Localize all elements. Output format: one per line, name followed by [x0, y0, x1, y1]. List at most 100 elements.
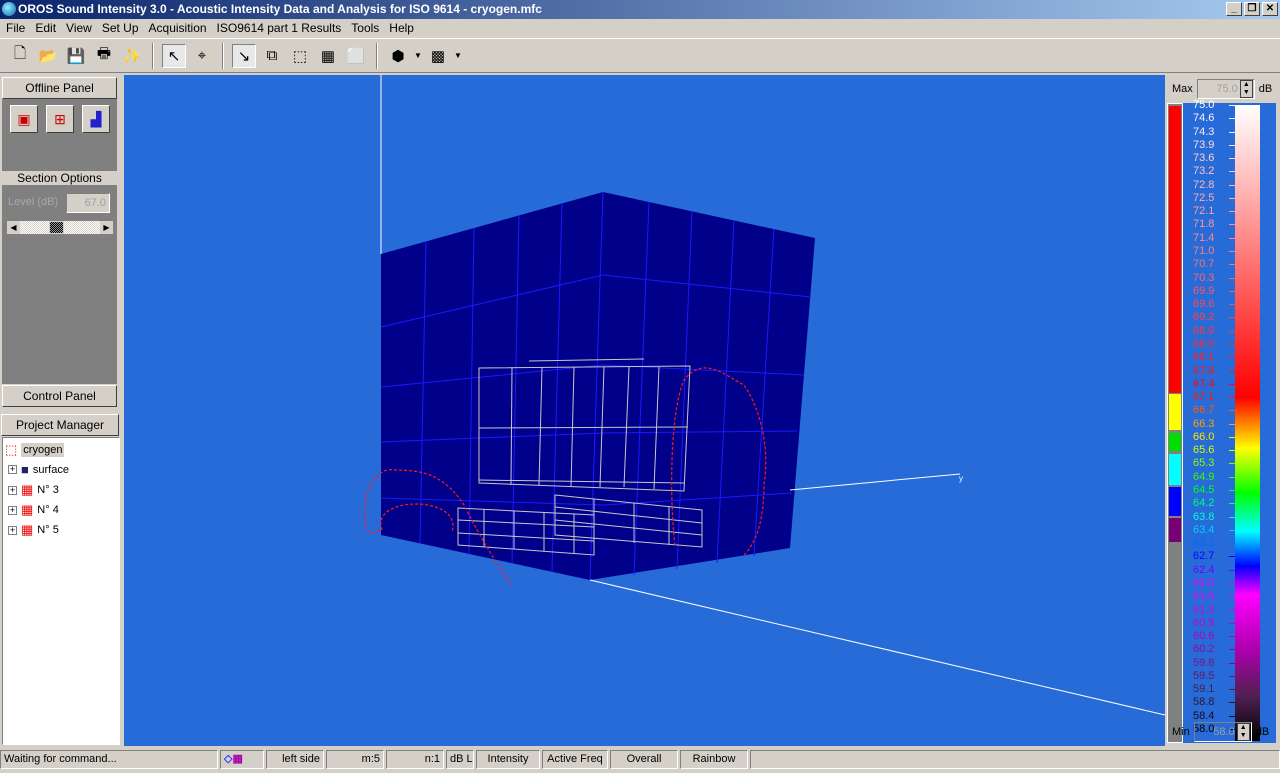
close-button[interactable]: ✕: [1262, 2, 1278, 16]
menu-acquisition[interactable]: Acquisition: [145, 19, 213, 37]
offline-panel-body: ▣ ⊞ ▟: [2, 99, 117, 384]
level-input[interactable]: 67.0: [66, 193, 110, 213]
scale-tick: [1229, 715, 1235, 717]
tree-item[interactable]: + ▦ N° 4: [8, 502, 59, 518]
min-row: Min 58.0 ▲ ▼ dB: [1166, 719, 1280, 745]
single-view-icon[interactable]: ▣: [10, 105, 38, 133]
toolbar: 🗋 📂 💾 🖶 ✨ ↖ ⌖ ↘ ⧉ ⬚ ▦ ⬜ ⬢ ▼ ▩ ▼: [0, 38, 1280, 73]
pointer-box-icon[interactable]: ⬚: [288, 44, 312, 68]
scale-tick: [1229, 436, 1235, 438]
restore-button[interactable]: ❐: [1244, 2, 1260, 16]
slider-thumb[interactable]: [49, 221, 64, 234]
scale-tick: [1229, 649, 1235, 651]
menu-setup[interactable]: Set Up: [98, 19, 145, 37]
mesh-cube-icon: ▦: [21, 502, 34, 517]
expand-icon[interactable]: +: [8, 525, 17, 535]
print-icon[interactable]: 🖶: [92, 44, 116, 68]
scale-tick: [1229, 476, 1235, 478]
status-quantity: Intensity: [476, 750, 540, 769]
menu-file[interactable]: File: [2, 19, 31, 37]
scale-tick: [1229, 503, 1235, 505]
level-indicator-bar: [1167, 103, 1183, 743]
scale-tick: [1229, 144, 1235, 146]
scale-tick: [1229, 397, 1235, 399]
control-panel-button[interactable]: Control Panel: [2, 385, 117, 407]
save-icon[interactable]: 💾: [64, 44, 88, 68]
probe-icon[interactable]: ↘: [232, 43, 256, 68]
move-icon[interactable]: ⧉: [260, 44, 284, 68]
max-input[interactable]: 75.0 ▲ ▼: [1196, 79, 1255, 99]
wire-box-icon[interactable]: ⬜: [344, 44, 368, 68]
scale-tick: [1229, 184, 1235, 186]
mesh-icon[interactable]: ▩: [426, 44, 450, 68]
tree-root-label: cryogen: [21, 443, 65, 457]
min-label: Min: [1172, 726, 1190, 738]
scale-tick: [1229, 569, 1235, 571]
scale-tick: [1229, 237, 1235, 239]
window-title: OROS Sound Intensity 3.0 - Acoustic Inte…: [18, 2, 542, 16]
grid-select-icon[interactable]: ▦: [316, 44, 340, 68]
status-palette: Rainbow: [680, 750, 748, 769]
3d-scene[interactable]: y: [124, 75, 1166, 746]
menu-bar: File Edit View Set Up Acquisition ISO961…: [0, 19, 1280, 37]
toolbar-separator: [376, 42, 378, 69]
wire-cube-icon: ⬚: [5, 442, 18, 457]
project-tree: ⬚ cryogen + ■ surface + ▦ N° 3 + ▦ N° 4 + ▦ N° 5: [2, 437, 120, 745]
tree-item[interactable]: + ▦ N° 3: [8, 482, 59, 498]
scale-tick: [1229, 357, 1235, 359]
scale-tick: [1229, 343, 1235, 345]
dropdown-arrow-icon[interactable]: ▼: [454, 51, 462, 60]
new-icon[interactable]: 🗋: [8, 44, 32, 68]
offline-panel-button[interactable]: Offline Panel: [2, 77, 117, 99]
toolbar-separator: [222, 42, 224, 69]
wand-icon[interactable]: ✨: [120, 44, 144, 68]
dropdown-arrow-icon[interactable]: ▼: [414, 51, 422, 60]
scale-tick: [1229, 662, 1235, 664]
expand-icon[interactable]: +: [8, 465, 17, 474]
status-side: left side: [266, 750, 324, 769]
menu-view[interactable]: View: [62, 19, 98, 37]
minimize-button[interactable]: _: [1226, 2, 1242, 16]
palette-icon: ▦: [232, 753, 243, 765]
spectrum-icon[interactable]: ▟: [82, 105, 110, 133]
rotate-view-icon[interactable]: ⌖: [190, 44, 214, 68]
scale-tick: [1229, 131, 1235, 133]
scale-tick: [1229, 383, 1235, 385]
menu-edit[interactable]: Edit: [31, 19, 62, 37]
max-spinner-icon[interactable]: ▲ ▼: [1239, 80, 1253, 98]
scale-tick: [1229, 410, 1235, 412]
scale-tick: [1229, 330, 1235, 332]
scale-tick: [1229, 158, 1235, 160]
status-n: n:1: [386, 750, 444, 769]
project-manager-button[interactable]: Project Manager: [1, 414, 119, 436]
tree-item[interactable]: + ■ surface: [8, 462, 69, 477]
open-icon[interactable]: 📂: [36, 44, 60, 68]
tree-root[interactable]: ⬚ cryogen: [5, 442, 65, 458]
tree-item[interactable]: + ▦ N° 5: [8, 522, 59, 538]
scale-tick: [1229, 702, 1235, 704]
slider-left-arrow-icon[interactable]: ◀: [7, 221, 20, 234]
quad-view-icon[interactable]: ⊞: [46, 105, 74, 133]
select-pointer-icon[interactable]: ↖: [162, 43, 186, 68]
min-spinner-icon[interactable]: ▲ ▼: [1236, 723, 1250, 741]
level-slider[interactable]: ◀ ▶: [6, 220, 114, 235]
scale-tick: [1229, 211, 1235, 213]
slider-right-arrow-icon[interactable]: ▶: [100, 221, 113, 234]
app-globe-icon: [2, 2, 16, 16]
section-options-header: Section Options: [2, 171, 117, 185]
expand-icon[interactable]: +: [8, 485, 17, 495]
menu-help[interactable]: Help: [385, 19, 420, 37]
color-gradient-bar: [1235, 105, 1260, 741]
scale-tick: [1229, 251, 1235, 253]
expand-icon[interactable]: +: [8, 505, 17, 515]
min-input[interactable]: 58.0 ▲ ▼: [1193, 722, 1252, 742]
color-scale-panel: Max 75.0 ▲ ▼ dB 75.0 74.6 74.3 73.9 73.6 73.2 72…: [1166, 75, 1280, 747]
scale-tick: [1229, 224, 1235, 226]
menu-tools[interactable]: Tools: [347, 19, 385, 37]
scale-tick: [1229, 264, 1235, 266]
3d-viewport[interactable]: y: [124, 75, 1166, 746]
cube-render-icon[interactable]: ⬢: [386, 44, 410, 68]
level-label: Level (dB): [8, 196, 59, 208]
menu-iso-results[interactable]: ISO9614 part 1 Results: [213, 19, 348, 37]
scale-tick: [1229, 529, 1235, 531]
